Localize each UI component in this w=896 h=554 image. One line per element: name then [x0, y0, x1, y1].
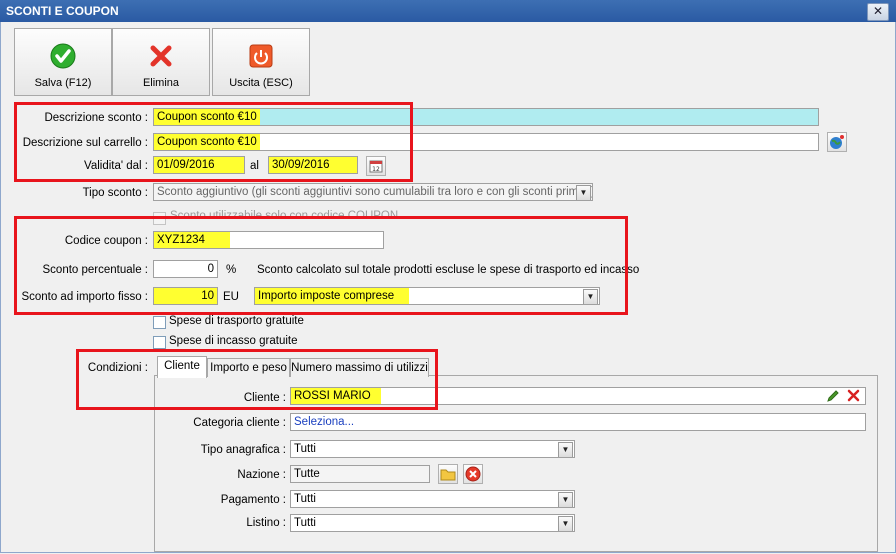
listino-label: Listino :	[246, 517, 286, 529]
window-title: SCONTI E COUPON	[6, 4, 119, 18]
annotation-box-importi	[14, 216, 628, 315]
exit-button[interactable]: Uscita (ESC)	[212, 28, 310, 96]
annotation-box-descrizione	[14, 102, 413, 182]
chevron-down-icon: ▼	[558, 492, 573, 507]
categoria-label: Categoria cliente :	[193, 417, 286, 429]
tipo-label: Tipo sconto :	[82, 187, 148, 199]
folder-icon	[440, 469, 456, 481]
tipo-anag-select[interactable]: Tutti ▼	[290, 440, 575, 458]
listino-value: Tutti	[294, 517, 316, 529]
cancel-icon	[465, 466, 481, 482]
check-icon	[50, 43, 76, 69]
incasso-label: Spese di incasso gratuite	[169, 335, 298, 347]
globe-icon	[830, 135, 844, 149]
trasporto-checkbox[interactable]	[153, 316, 166, 329]
tipo-value: Sconto aggiuntivo (gli sconti aggiuntivi…	[157, 186, 593, 198]
tipo-select[interactable]: Sconto aggiuntivo (gli sconti aggiuntivi…	[153, 183, 593, 201]
save-button[interactable]: Salva (F12)	[14, 28, 112, 96]
remove-icon[interactable]	[847, 389, 860, 402]
tipo-anag-value: Tutti	[294, 443, 316, 455]
chevron-down-icon: ▼	[576, 185, 591, 200]
pagamento-value: Tutti	[294, 493, 316, 505]
delete-label: Elimina	[142, 77, 180, 89]
close-button[interactable]: ✕	[867, 3, 889, 21]
x-icon	[150, 45, 172, 67]
folder-button[interactable]	[438, 464, 458, 484]
save-label: Salva (F12)	[34, 77, 92, 89]
pagamento-select[interactable]: Tutti ▼	[290, 490, 575, 508]
trasporto-label: Spese di trasporto gratuite	[169, 315, 304, 327]
chevron-down-icon: ▼	[558, 442, 573, 457]
clear-nazione-button[interactable]	[463, 464, 483, 484]
power-icon	[249, 44, 273, 68]
title-bar	[0, 0, 896, 23]
nazione-label: Nazione :	[237, 469, 286, 481]
chevron-down-icon: ▼	[558, 516, 573, 531]
categoria-input[interactable]: Seleziona...	[290, 413, 866, 431]
exit-label: Uscita (ESC)	[229, 77, 293, 89]
delete-button[interactable]: Elimina	[112, 28, 210, 96]
annotation-box-cliente	[76, 349, 438, 410]
incasso-checkbox[interactable]	[153, 336, 166, 349]
globe-button[interactable]	[827, 132, 847, 152]
tipo-anag-label: Tipo anagrafica :	[200, 444, 286, 456]
pencil-icon[interactable]	[826, 389, 840, 403]
pagamento-label: Pagamento :	[220, 494, 286, 506]
listino-select[interactable]: Tutti ▼	[290, 514, 575, 532]
nazione-input[interactable]: Tutte	[290, 465, 430, 483]
